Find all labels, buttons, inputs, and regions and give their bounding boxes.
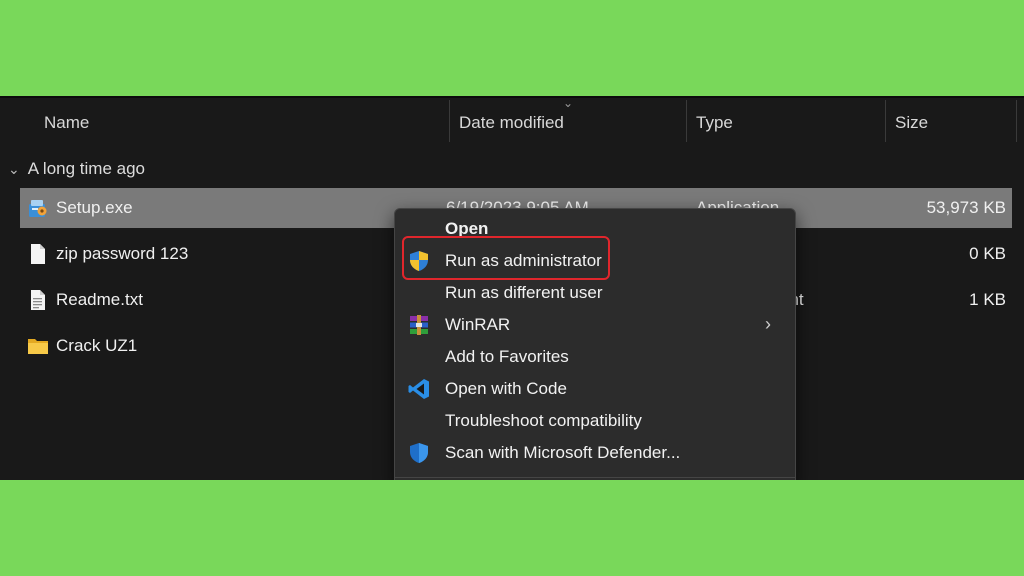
folder-icon — [28, 339, 48, 354]
menu-item-run-as-administrator[interactable]: Run as administrator — [401, 245, 789, 277]
text-file-icon — [31, 290, 45, 310]
menu-item-run-as-different-user[interactable]: Run as different user — [401, 277, 789, 309]
context-menu: Open Run as administrator Run as differe… — [394, 208, 796, 480]
menu-item-label: Open — [445, 219, 489, 238]
column-divider[interactable] — [885, 100, 886, 142]
column-divider[interactable] — [1016, 100, 1017, 142]
menu-item-open[interactable]: Open — [401, 213, 789, 245]
menu-item-open-with-code[interactable]: Open with Code — [401, 373, 789, 405]
group-label: A long time ago — [27, 159, 145, 178]
group-header[interactable]: ⌄ A long time ago — [8, 156, 145, 182]
column-divider[interactable] — [449, 100, 450, 142]
column-divider[interactable] — [686, 100, 687, 142]
menu-item-label: WinRAR — [445, 315, 511, 334]
menu-item-label: Open with Code — [445, 379, 567, 398]
file-size: 53,973 KB — [926, 198, 1006, 217]
file-size: 1 KB — [969, 290, 1006, 309]
file-name: Crack UZ1 — [56, 336, 138, 355]
menu-item-label: Scan with Microsoft Defender... — [445, 443, 681, 462]
menu-item-label: Run as administrator — [445, 251, 602, 270]
menu-item-winrar[interactable]: WinRAR › — [401, 309, 789, 341]
column-header-date-modified[interactable]: Date modified — [459, 98, 564, 144]
column-header-size[interactable]: Size — [895, 98, 928, 144]
menu-item-add-to-favorites[interactable]: Add to Favorites — [401, 341, 789, 373]
blank-file-icon — [31, 244, 45, 264]
bottom-green-banner — [0, 480, 1024, 576]
chevron-down-icon[interactable]: ⌄ — [8, 156, 24, 182]
winrar-icon — [410, 315, 428, 335]
file-size: 0 KB — [969, 244, 1006, 263]
menu-item-troubleshoot-compatibility[interactable]: Troubleshoot compatibility — [401, 405, 789, 437]
installer-icon — [29, 200, 47, 217]
menu-separator — [395, 477, 795, 478]
vscode-icon — [408, 379, 429, 399]
column-header-row: Name ⌄ Date modified Type Size — [0, 98, 1024, 144]
column-header-type[interactable]: Type — [696, 98, 733, 144]
file-explorer-pane: Name ⌄ Date modified Type Size ⌄ A long … — [0, 96, 1024, 480]
file-name: Readme.txt — [56, 290, 143, 309]
menu-item-label: Add to Favorites — [445, 347, 569, 366]
file-name: Setup.exe — [56, 198, 133, 217]
menu-item-label: Troubleshoot compatibility — [445, 411, 642, 430]
menu-item-label: Run as different user — [445, 283, 603, 302]
uac-shield-icon — [410, 251, 428, 271]
defender-shield-icon — [410, 443, 428, 463]
chevron-right-icon: › — [765, 314, 771, 334]
top-green-banner — [0, 0, 1024, 96]
sort-caret-icon: ⌄ — [563, 96, 574, 110]
file-name: zip password 123 — [56, 244, 189, 263]
menu-item-scan-with-defender[interactable]: Scan with Microsoft Defender... — [401, 437, 789, 469]
column-header-name[interactable]: Name — [44, 98, 89, 144]
